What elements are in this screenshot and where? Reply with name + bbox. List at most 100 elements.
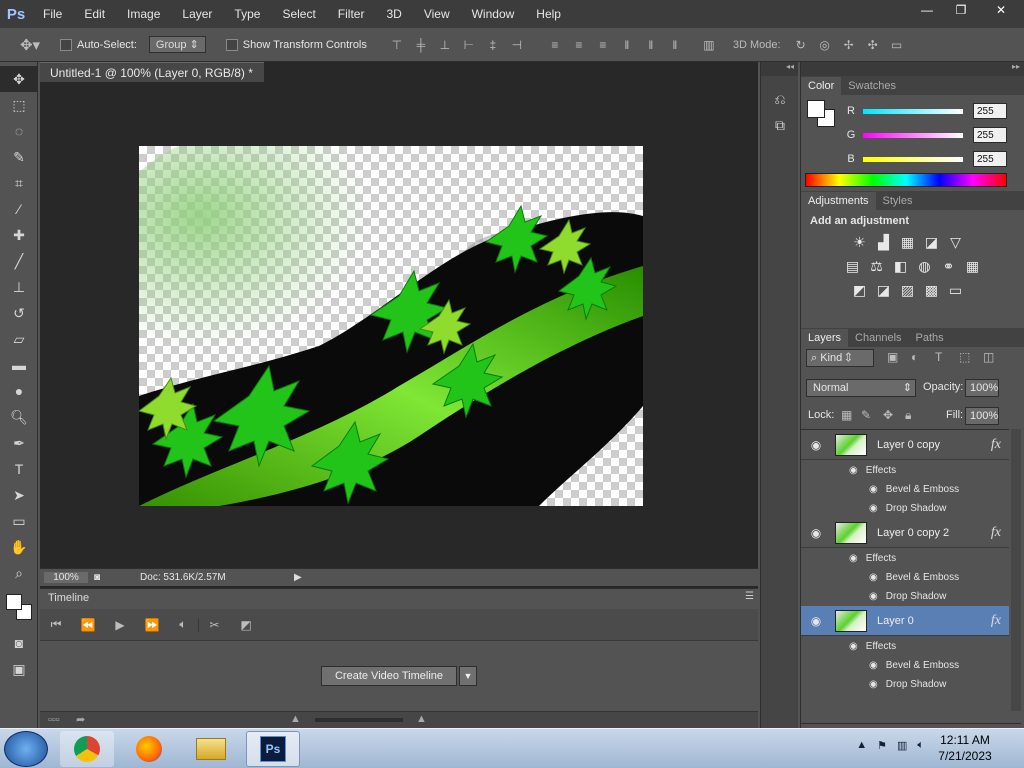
first-frame-icon[interactable]: ⏮ — [40, 617, 72, 632]
minimize-button[interactable]: — — [910, 0, 944, 20]
properties-panel-icon[interactable]: ⧉ — [761, 112, 799, 138]
play-icon[interactable]: ▶ — [104, 618, 136, 632]
auto-select-checkbox[interactable] — [60, 38, 72, 51]
auto-select-dropdown[interactable]: Group ⇕ — [148, 36, 206, 53]
effect-eye-icon[interactable]: ◉ — [869, 591, 878, 602]
timeline-menu-icon[interactable]: ☰ — [745, 591, 754, 602]
menu-select[interactable]: Select — [271, 0, 326, 28]
chrome-taskbar-icon[interactable] — [60, 730, 114, 767]
hand-icon[interactable]: ✋ — [0, 534, 38, 560]
threshold-icon[interactable]: ▨ — [898, 281, 917, 299]
file-explorer-taskbar-icon[interactable] — [184, 731, 238, 767]
zoom-icon[interactable]: ⌕ — [0, 560, 38, 586]
dodge-icon[interactable]: 🔍︎ — [0, 404, 38, 430]
invert-icon[interactable]: ◩ — [850, 281, 869, 299]
healing-icon[interactable]: ✚ — [0, 222, 38, 248]
panel-collapse-icon[interactable]: ▸▸ — [801, 62, 1024, 76]
menu-image[interactable]: Image — [116, 0, 171, 28]
3d-pan-icon[interactable]: ✢ — [837, 38, 861, 52]
volume-icon[interactable]: 🔈︎ — [917, 739, 924, 752]
lock-transparency-icon[interactable]: ▦ — [841, 408, 852, 422]
zoom-in-icon[interactable]: ▲ — [416, 713, 427, 725]
effects-row[interactable]: ◉ Effects — [801, 637, 1009, 656]
filter-adjustment-icon[interactable]: ◐ — [911, 350, 918, 364]
lock-all-icon[interactable]: 🔒︎ — [905, 408, 911, 423]
color-balance-icon[interactable]: ⚖ — [867, 257, 886, 275]
selective-color-icon[interactable]: ▩ — [922, 281, 941, 299]
brightness-icon[interactable]: ☀ — [850, 233, 869, 251]
previous-frame-icon[interactable]: ⏪ — [72, 618, 104, 632]
filter-smart-object-icon[interactable]: ◫ — [983, 350, 994, 364]
effects-eye-icon[interactable]: ◉ — [849, 465, 858, 476]
layer-row[interactable]: ◉ Layer 0 copy 2 fx — [801, 518, 1009, 548]
document-tab[interactable]: Untitled-1 @ 100% (Layer 0, RGB/8) * × — [40, 62, 264, 100]
distribute-bottom-icon[interactable]: ≡ — [591, 38, 615, 52]
curves-icon[interactable]: ▦ — [898, 233, 917, 251]
effects-row[interactable]: ◉ Effects — [801, 549, 1009, 568]
effect-row[interactable]: ◉ Drop Shadow — [801, 499, 1009, 518]
split-icon[interactable]: ✂ — [198, 617, 230, 632]
layers-scrollbar[interactable] — [1011, 429, 1021, 711]
history-brush-icon[interactable]: ↺ — [0, 300, 38, 326]
auto-align-icon[interactable]: ▥ — [697, 38, 721, 52]
effect-row[interactable]: ◉ Bevel & Emboss — [801, 480, 1009, 499]
lasso-icon[interactable]: ◌ — [0, 118, 38, 144]
status-menu-arrow-icon[interactable]: ▶ — [294, 572, 302, 583]
effect-row[interactable]: ◉ Bevel & Emboss — [801, 656, 1009, 675]
quick-mask-icon[interactable]: ◙ — [0, 630, 38, 656]
red-value[interactable]: 255 — [973, 103, 1007, 119]
menu-3d[interactable]: 3D — [375, 0, 412, 28]
effects-row[interactable]: ◉ Effects — [801, 461, 1009, 480]
shape-icon[interactable]: ▭ — [0, 508, 38, 534]
start-button[interactable] — [4, 730, 48, 767]
3d-scale-icon[interactable]: ▭ — [885, 38, 909, 52]
effect-row[interactable]: ◉ Bevel & Emboss — [801, 568, 1009, 587]
effects-eye-icon[interactable]: ◉ — [849, 641, 858, 652]
effect-eye-icon[interactable]: ◉ — [869, 484, 878, 495]
align-left-icon[interactable]: ⊢ — [457, 38, 481, 52]
restore-button[interactable]: ❐ — [944, 0, 978, 20]
tab-layers[interactable]: Layers — [801, 329, 849, 347]
tab-swatches[interactable]: Swatches — [841, 77, 903, 95]
align-right-icon[interactable]: ⊣ — [505, 38, 529, 52]
levels-icon[interactable]: ▟ — [874, 233, 893, 251]
opacity-value[interactable]: 100% — [965, 379, 999, 397]
screen-mode-icon[interactable]: ▣ — [0, 656, 38, 682]
history-panel-icon[interactable]: ⎌ — [761, 86, 799, 112]
color-spectrum-ramp[interactable] — [805, 173, 1007, 187]
visibility-eye-icon[interactable]: ◉ — [801, 614, 831, 628]
filter-shape-icon[interactable]: ⬚ — [959, 350, 970, 364]
green-slider[interactable] — [863, 132, 963, 138]
pen-icon[interactable]: ✒ — [0, 430, 38, 456]
fx-icon[interactable]: fx — [991, 437, 1001, 453]
vibrance-icon[interactable]: ▽ — [946, 233, 965, 251]
close-button[interactable]: ✕ — [978, 0, 1024, 20]
lock-position-icon[interactable]: ✥ — [883, 408, 893, 422]
show-transform-checkbox[interactable] — [225, 38, 238, 51]
tab-channels[interactable]: Channels — [848, 329, 908, 347]
effects-eye-icon[interactable]: ◉ — [849, 553, 858, 564]
effect-eye-icon[interactable]: ◉ — [869, 572, 878, 583]
effect-row[interactable]: ◉ Drop Shadow — [801, 675, 1009, 694]
3d-slide-icon[interactable]: ✣ — [861, 38, 885, 52]
tab-paths[interactable]: Paths — [909, 329, 951, 347]
tab-color[interactable]: Color — [801, 77, 842, 95]
distribute-top-icon[interactable]: ≡ — [543, 38, 567, 52]
effect-row[interactable]: ◉ Drop Shadow — [801, 587, 1009, 606]
timeline-tab[interactable]: Timeline — [40, 589, 98, 607]
type-icon[interactable]: T — [0, 456, 38, 482]
image-canvas[interactable] — [139, 146, 643, 506]
effect-eye-icon[interactable]: ◉ — [869, 503, 878, 514]
fill-value[interactable]: 100% — [965, 407, 999, 425]
fx-icon[interactable]: fx — [991, 525, 1001, 541]
timeline-zoom-slider[interactable] — [315, 718, 403, 722]
red-slider[interactable] — [863, 108, 963, 114]
crop-icon[interactable]: ⌗ — [0, 170, 38, 196]
align-vcenter-icon[interactable]: ╪ — [409, 38, 433, 52]
lock-pixels-icon[interactable]: ✎ — [861, 408, 871, 422]
distribute-hcenter-icon[interactable]: ‖ — [639, 38, 663, 52]
action-center-icon[interactable]: ⚑ — [877, 739, 887, 752]
effect-eye-icon[interactable]: ◉ — [869, 660, 878, 671]
layer-row-selected[interactable]: ◉ Layer 0 fx — [801, 606, 1009, 636]
posterize-icon[interactable]: ◪ — [874, 281, 893, 299]
